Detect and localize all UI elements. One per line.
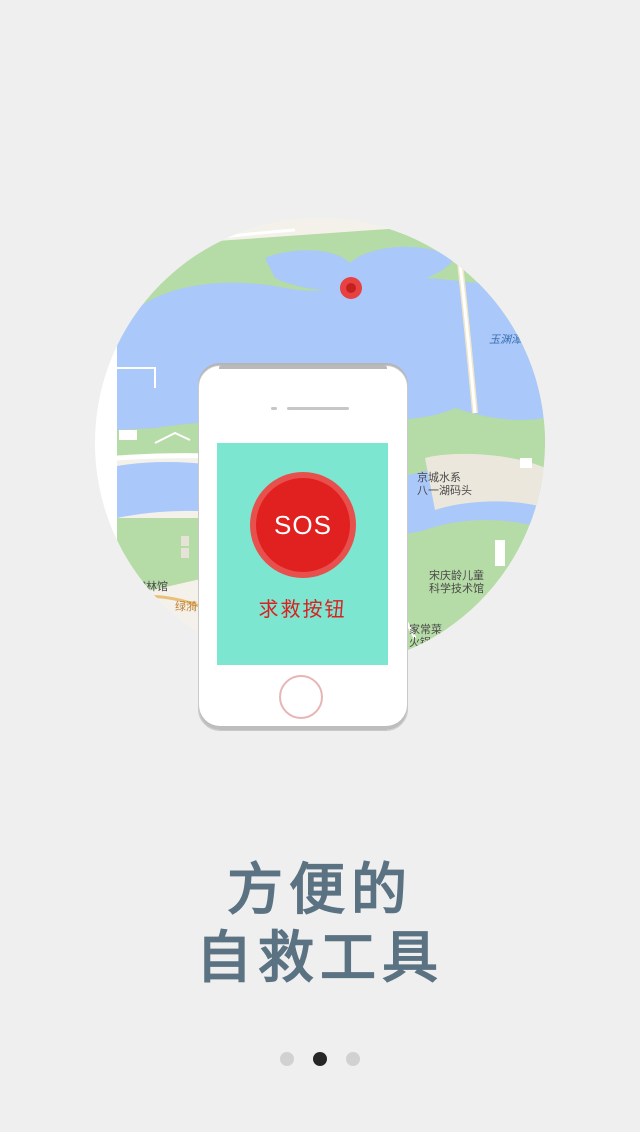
headline-line2: 自救工具 [196, 926, 444, 991]
map-label-road: 绿漪 [175, 600, 197, 613]
page-dot-2-active[interactable] [313, 1052, 327, 1066]
map-label-water: 玉渊潭 [489, 333, 522, 346]
map-label-poi-restaurant-line1: 家常菜 [409, 623, 442, 636]
phone-speaker [287, 407, 349, 410]
phone-top-edge [219, 365, 387, 369]
sos-button-inner: SOS [256, 478, 350, 572]
phone-home-button [279, 675, 323, 719]
map-label-poi-museum: 宋庆龄儿童 科学技术馆 [429, 569, 484, 595]
map-label-poi-restaurant-line2: 火锅 [409, 636, 431, 649]
phone-mockup: SOS 求救按钮 [198, 365, 408, 731]
phone-screen: SOS 求救按钮 [217, 443, 388, 665]
onboarding-screen: 玉渊潭 京城水系 八一湖码头 宋庆龄儿童 科学技术馆 家常菜 火锅 柳林馆 绿漪… [0, 0, 640, 1132]
phone-camera [271, 407, 277, 410]
sos-button[interactable]: SOS [250, 472, 356, 578]
page-dot-1[interactable] [280, 1052, 294, 1066]
map-label-poi-restaurant: 家常菜 火锅 [409, 623, 442, 649]
sos-label: SOS [274, 509, 332, 540]
sos-caption: 求救按钮 [258, 597, 347, 621]
map-label-poi-pier-line2: 八一湖码头 [417, 484, 472, 497]
map-label-poi-pier: 京城水系 八一湖码头 [417, 471, 472, 497]
page-dot-3[interactable] [346, 1052, 360, 1066]
map-label-poi-hall: 柳林馆 [135, 580, 168, 593]
map-label-poi-museum-line2: 科学技术馆 [429, 582, 484, 595]
headline-line1: 方便的 [227, 858, 413, 923]
page-indicator [0, 1052, 640, 1066]
map-label-poi-pier-line1: 京城水系 [417, 471, 461, 484]
map-label-poi-museum-line1: 宋庆龄儿童 [429, 569, 484, 582]
